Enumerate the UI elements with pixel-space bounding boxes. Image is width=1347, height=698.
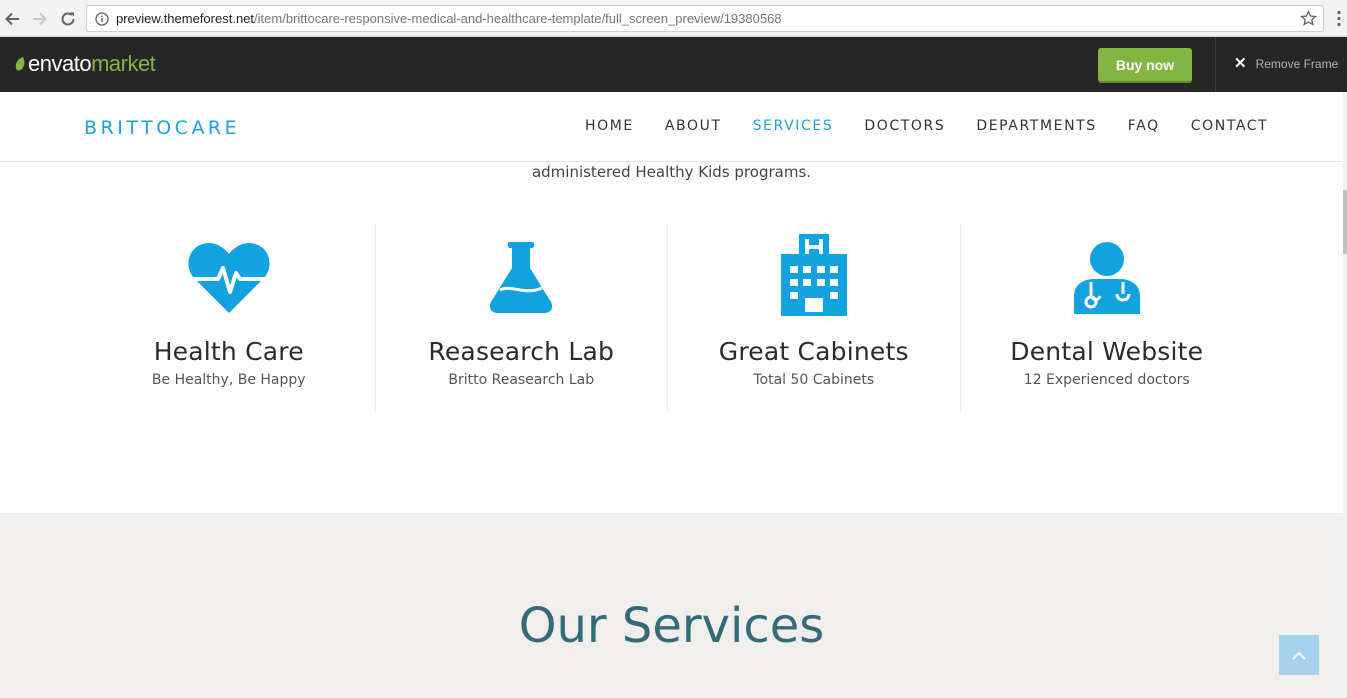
back-arrow-icon — [5, 12, 19, 26]
nav-item-services[interactable]: SERVICES — [753, 118, 834, 134]
scrollbar[interactable] — [1343, 92, 1347, 698]
nav-item-home[interactable]: HOME — [585, 118, 634, 134]
feature-card: Great Cabinets Total 50 Cabinets — [668, 224, 961, 412]
close-icon: ✕ — [1234, 55, 1247, 72]
url-text: preview.themeforest.net/item/brittocare-… — [116, 11, 782, 26]
info-icon[interactable] — [95, 12, 109, 26]
chevron-up-icon — [1292, 651, 1306, 660]
main-navigation: HOME ABOUT SERVICES DOCTORS DEPARTMENTS … — [585, 118, 1268, 134]
remove-frame-label: Remove Frame — [1255, 56, 1339, 71]
flask-icon — [490, 242, 553, 313]
nav-item-contact[interactable]: CONTACT — [1191, 118, 1269, 134]
scrollbar-thumb[interactable] — [1343, 190, 1347, 254]
feature-title: Dental Website — [1010, 337, 1204, 366]
feature-subtitle: 12 Experienced doctors — [1023, 372, 1190, 388]
envato-logo[interactable]: envato market — [14, 51, 156, 77]
feature-subtitle: Be Healthy, Be Happy — [151, 372, 306, 388]
reload-icon — [61, 12, 75, 26]
feature-subtitle: Total 50 Cabinets — [753, 372, 875, 388]
section-title: Our Services — [518, 598, 825, 654]
nav-item-about[interactable]: ABOUT — [665, 118, 722, 134]
remove-frame-button[interactable]: ✕ Remove Frame — [1234, 56, 1338, 71]
star-icon[interactable] — [1300, 10, 1317, 27]
feature-card: Health Care Be Healthy, Be Happy — [83, 224, 376, 412]
hospital-icon — [780, 234, 847, 316]
back-button[interactable] — [1, 8, 23, 30]
reload-button[interactable] — [57, 8, 79, 30]
site-logo[interactable]: BRITTOCARE — [84, 117, 240, 139]
heartbeat-icon — [188, 243, 270, 313]
nav-item-doctors[interactable]: DOCTORS — [864, 118, 945, 134]
leaf-icon — [15, 57, 25, 71]
envato-market-bar: envato market Buy now ✕ Remove Frame — [0, 37, 1347, 92]
nav-item-departments[interactable]: DEPARTMENTS — [976, 118, 1096, 134]
intro-text: administered Healthy Kids programs. — [531, 163, 812, 181]
doctor-icon — [1073, 242, 1140, 314]
site-header: BRITTOCARE HOME ABOUT SERVICES DOCTORS D… — [0, 92, 1343, 162]
divider — [1215, 37, 1216, 92]
feature-title: Health Care — [153, 337, 304, 366]
browser-toolbar: preview.themeforest.net/item/brittocare-… — [0, 0, 1347, 37]
feature-card: Dental Website 12 Experienced doctors — [961, 224, 1254, 412]
logo-word-market: market — [91, 51, 156, 76]
feature-subtitle: Britto Reasearch Lab — [448, 372, 595, 388]
forward-button[interactable] — [29, 8, 51, 30]
nav-item-faq[interactable]: FAQ — [1128, 118, 1160, 134]
buy-now-button[interactable]: Buy now — [1098, 48, 1192, 81]
address-bar[interactable]: preview.themeforest.net/item/brittocare-… — [86, 5, 1324, 32]
feature-title: Reasearch Lab — [428, 337, 615, 366]
forward-arrow-icon — [33, 12, 47, 26]
kebab-menu-icon[interactable] — [1336, 10, 1342, 27]
feature-title: Great Cabinets — [718, 337, 909, 366]
logo-word-envato: envato — [28, 51, 92, 76]
back-to-top-button[interactable] — [1279, 635, 1319, 675]
features-row: Health Care Be Healthy, Be Happy Reasear… — [83, 224, 1253, 412]
feature-card: Reasearch Lab Britto Reasearch Lab — [376, 224, 668, 412]
services-section: Our Services — [0, 513, 1343, 698]
